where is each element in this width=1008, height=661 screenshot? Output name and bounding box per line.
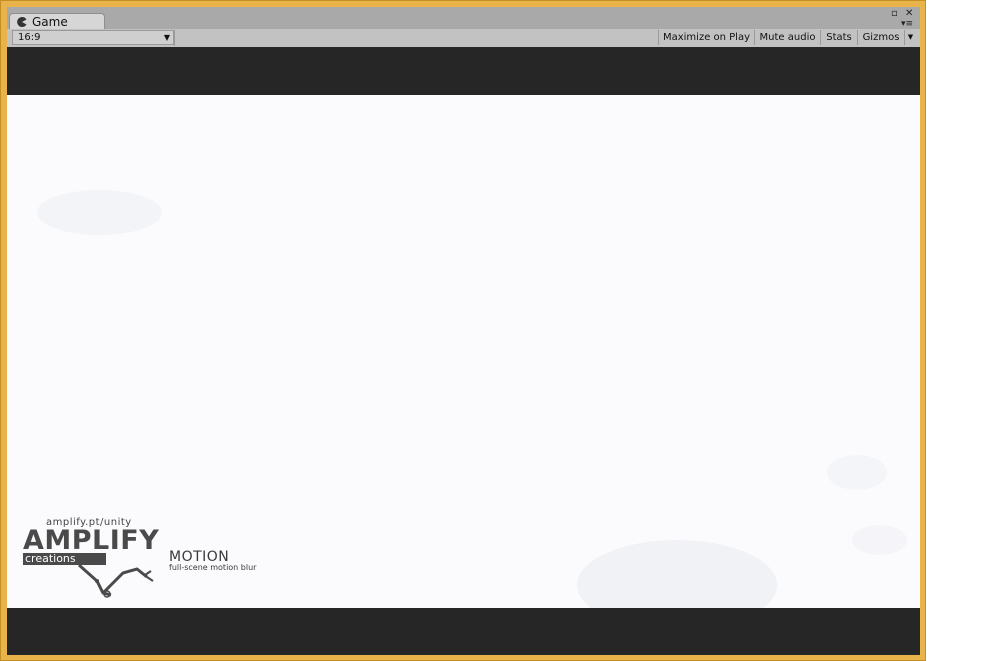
fog-blob bbox=[37, 190, 162, 235]
tab-game[interactable]: Game bbox=[9, 13, 105, 30]
fog-blob bbox=[852, 525, 907, 555]
gizmos-dropdown-arrow[interactable]: ▼ bbox=[904, 30, 916, 45]
robot-arm-icon bbox=[78, 563, 154, 598]
pacman-game-icon bbox=[17, 17, 27, 27]
chevron-down-icon: ▼ bbox=[163, 33, 170, 42]
stats-button[interactable]: Stats bbox=[820, 30, 857, 45]
editor-window-frame: Game ▫ ✕ ▾≡ 16:9 ▼ Maximize on Play Mute… bbox=[0, 0, 926, 661]
tab-bar: Game ▫ ✕ ▾≡ bbox=[7, 7, 920, 30]
mute-audio-button[interactable]: Mute audio bbox=[754, 30, 820, 45]
game-view-panel: Game ▫ ✕ ▾≡ 16:9 ▼ Maximize on Play Mute… bbox=[7, 7, 920, 655]
aspect-ratio-dropdown[interactable]: 16:9 ▼ bbox=[12, 30, 174, 45]
game-scene: amplify.pt/unity AMPLIFY creations MOTIO… bbox=[7, 95, 920, 608]
game-toolbar: 16:9 ▼ Maximize on Play Mute audio Stats… bbox=[7, 29, 920, 48]
maximize-icon[interactable]: ▫ bbox=[891, 8, 898, 20]
fog-blob bbox=[827, 455, 887, 490]
logo-tagline: full-scene motion blur bbox=[169, 563, 257, 572]
amplify-logo: amplify.pt/unity AMPLIFY creations MOTIO… bbox=[23, 515, 283, 598]
gizmos-button[interactable]: Gizmos bbox=[857, 30, 904, 45]
toolbar-divider bbox=[174, 30, 175, 46]
tab-label: Game bbox=[32, 15, 68, 29]
aspect-ratio-value: 16:9 bbox=[18, 32, 41, 43]
game-viewport[interactable]: amplify.pt/unity AMPLIFY creations MOTIO… bbox=[7, 47, 920, 655]
maximize-on-play-button[interactable]: Maximize on Play bbox=[658, 30, 754, 45]
fog-blob bbox=[577, 540, 777, 608]
